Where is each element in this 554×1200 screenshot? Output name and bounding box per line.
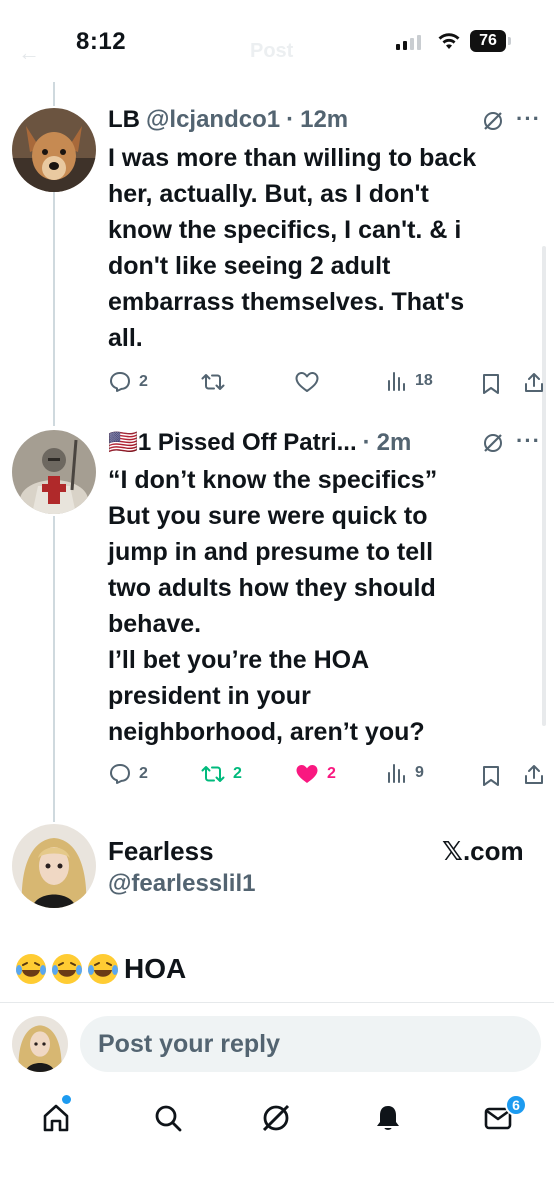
home-notification-dot [62,1095,71,1104]
grok-icon[interactable] [482,110,504,132]
reply-input[interactable]: Post your reply [80,1016,541,1072]
laughing-crying-emoji-icon [88,954,118,984]
tweet-actions: 2 18 [0,370,554,400]
reply-button[interactable]: 2 [108,762,148,786]
reply-divider [0,1002,554,1003]
tweet-line: neighborhood, aren’t you? [108,718,425,746]
status-time: 8:12 [76,28,127,55]
like-button[interactable]: 2 [294,762,336,786]
tweet-line: don't like seeing 2 adult [108,252,391,280]
separator-dot: · [286,106,295,133]
repost-button[interactable] [200,370,233,394]
views-icon [388,372,405,391]
tweet-header: LB @lcjandco1 · 12m [108,106,348,134]
tweet-patriot[interactable]: 🇺🇸1 Pissed Off Patri... · 2m ··· “I don’… [0,428,554,798]
tweet-line: president in your [108,682,311,710]
reply-placeholder: Post your reply [98,1029,280,1058]
search-icon [155,1105,182,1132]
more-options-icon[interactable]: ··· [516,106,541,132]
post-time[interactable]: 2m [377,429,412,457]
card-author-name[interactable]: Fearless [108,836,214,867]
bookmark-icon[interactable] [480,764,502,788]
bookmark-icon[interactable] [480,372,502,396]
notifications-icon [377,1106,399,1130]
tweet-line: I’ll bet you’re the HOA [108,646,370,674]
tweet-header: 🇺🇸1 Pissed Off Patri... · 2m [108,428,411,457]
thread-line-top [53,82,55,106]
view-count: 18 [415,372,433,389]
battery-level: 76 [479,32,497,49]
tweet-line: embarrass themselves. That's [108,288,465,316]
my-avatar[interactable] [12,1016,68,1072]
repost-icon [201,766,225,782]
reply-button[interactable]: 2 [108,370,148,394]
wifi-icon [438,33,460,49]
heart-icon [295,372,319,392]
tweet-line: know the specifics, I can't. & i [108,216,462,244]
tweet-line: all. [108,324,143,352]
share-icon[interactable] [522,371,546,395]
tweet-line: two adults how they should [108,574,436,602]
laughing-crying-emoji-icon [52,954,82,984]
reply-count: 2 [139,373,148,390]
tweet-text: I was more than willing to back her, act… [108,140,476,356]
reply-icon [110,372,130,392]
emoji-text-row: HOA [14,952,186,986]
author-handle[interactable]: @lcjandco1 [146,106,280,134]
cellular-signal-icon [396,34,421,50]
views-button[interactable]: 18 [386,370,433,392]
tweet-line: behave. [108,610,202,638]
grok-icon[interactable] [482,432,504,454]
battery-tip [508,37,511,45]
tweet-actions: 2 2 2 9 [0,762,554,792]
x-domain-watermark: 𝕏.com [442,836,524,866]
laughing-crying-emoji-icon [16,954,46,984]
card-author-handle[interactable]: @fearlesslil1 [108,870,256,898]
tweet-line: I was more than willing to back [108,144,477,172]
views-icon [388,764,405,783]
tweet-line: her, actually. But, as I don't [108,180,429,208]
messages-badge: 6 [505,1094,527,1116]
separator-dot: · [362,429,371,456]
grok-icon [262,1104,290,1132]
tweet-line: But you sure were quick to [108,502,428,530]
more-options-icon[interactable]: ··· [516,428,541,454]
tweet-lb[interactable]: LB @lcjandco1 · 12m ··· I was more than … [0,106,554,406]
nav-home[interactable] [36,1098,76,1138]
post-time[interactable]: 12m [300,106,348,134]
battery-indicator: 76 [470,30,506,52]
view-count: 9 [415,764,424,781]
like-button[interactable] [294,370,327,394]
back-arrow-icon[interactable]: ← [18,40,40,66]
page-title: Post [250,40,294,62]
tweet-text: “I don’t know the specifics” But you sur… [108,462,437,750]
home-icon [43,1104,69,1132]
reply-icon [110,764,130,784]
heart-filled-icon [296,765,318,783]
tweet-line: jump in and presume to tell [108,538,434,566]
nav-notifications[interactable] [368,1098,408,1138]
caption-text: HOA [124,953,187,984]
repost-count: 2 [233,765,242,782]
repost-button[interactable]: 2 [200,762,242,786]
repost-icon [201,374,225,390]
author-name[interactable]: 🇺🇸1 Pissed Off Patri... [108,428,357,457]
reply-count: 2 [139,765,148,782]
views-button[interactable]: 9 [386,762,424,784]
author-name[interactable]: LB [108,106,140,134]
status-bar: ← Post 8:12 76 [0,0,554,82]
nav-grok[interactable] [256,1098,296,1138]
share-icon[interactable] [522,763,546,787]
fearless-avatar[interactable] [12,824,96,908]
like-count: 2 [327,765,336,782]
nav-search[interactable] [148,1098,188,1138]
tweet-line: “I don’t know the specifics” [108,466,438,494]
